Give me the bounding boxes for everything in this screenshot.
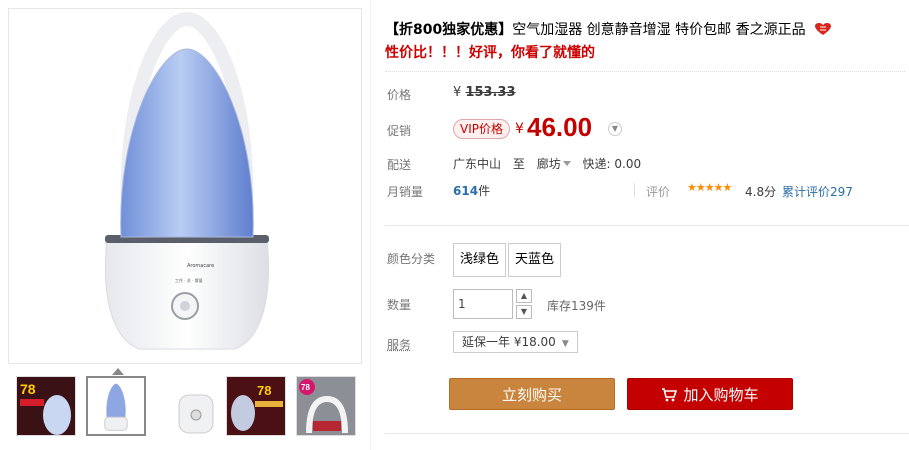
title-promo-tag: 【折800独家优惠】 [385,22,513,38]
ship-courier-fee: 快递: 0.00 [582,157,642,171]
svg-text:78: 78 [20,381,36,397]
rating-score: 4.8分 [745,185,777,199]
thumbnail-3[interactable] [166,376,226,436]
svg-text:工作 · 关 · 雾量: 工作 · 关 · 雾量 [175,277,203,283]
caret-down-icon[interactable] [562,161,571,166]
chevron-down-icon: ▼ [561,339,569,349]
shipping-info: 广东中山 至 廊坊 快递: 0.00 [453,155,649,172]
quantity-input[interactable] [453,289,513,319]
thumbnail-2[interactable] [86,376,146,436]
divider [634,183,635,197]
add-to-cart-button[interactable]: 加入购物车 [627,378,793,410]
ship-from: 广东中山 [453,157,502,171]
thumbnail-5[interactable]: 78 [296,376,356,436]
thumbnail-2-image [88,378,144,434]
chevron-down-icon[interactable]: ▼ [608,122,622,136]
quantity-decrease-button[interactable]: ▼ [516,305,532,319]
stock-count: 库存139件 [547,299,606,313]
currency-symbol: ¥ [515,121,524,137]
promo-price: 46.00 [527,112,593,142]
buy-now-button[interactable]: 立刻购买 [449,378,615,410]
quantity-increase-button[interactable]: ▲ [516,289,532,303]
service-selected-value: 延保一年 ¥18.00 [462,335,556,349]
product-title: 【折800独家优惠】空气加湿器 创意静音增湿 特价包邮 香之源正品 [385,18,895,42]
ship-to-word: 至 [512,157,525,171]
service-label: 服务 [387,338,412,352]
thumbnail-1[interactable]: 78 [16,376,76,436]
original-price-value: 153.33 [465,85,516,100]
color-option-sky-blue[interactable]: 天蓝色 [508,243,562,277]
thumbnail-4-image: 78 [227,377,285,435]
thumbnail-strip: 78 78 78 [8,366,362,450]
heart-icon [815,23,832,35]
color-option-light-green[interactable]: 浅绿色 [453,243,507,277]
thumbnail-4[interactable]: 78 [226,376,286,436]
sales-unit: 件 [478,184,491,198]
original-price: ¥ 153.33 [453,85,516,100]
service-select[interactable]: 延保一年 ¥18.00 ▼ [453,331,578,353]
main-image-frame: Aromacare 工作 · 关 · 雾量 [8,8,362,364]
thumbnail-5-image: 78 [297,377,355,435]
price-label: 价格 [387,88,412,102]
vip-price-badge: VIP价格 [453,119,510,139]
svg-text:78: 78 [301,383,310,392]
thumbnail-selected-arrow [112,368,124,375]
review-count-link[interactable]: 累计评价297 [782,183,853,200]
brand-logo-text: Aromacare [187,263,214,269]
monthly-sales-label: 月销量 [387,185,424,199]
sales-count: 614 [453,184,479,198]
quantity-label: 数量 [387,298,412,312]
monthly-sales: 614件 [453,182,490,199]
thumbnail-3-image [167,377,225,435]
product-image[interactable]: Aromacare 工作 · 关 · 雾量 [9,9,361,363]
star-rating-icon: ★★★★★ [687,181,732,194]
rating-label: 评价 [646,185,671,199]
title-text: 空气加湿器 创意静音增湿 特价包邮 香之源正品 [512,22,806,38]
shipping-label: 配送 [387,158,412,172]
ship-destination-select[interactable]: 廊坊 [537,157,561,171]
cart-icon [662,388,678,402]
color-label: 颜色分类 [387,252,436,266]
svg-text:78: 78 [257,383,271,398]
thumbnail-1-image: 78 [17,377,75,435]
product-subtitle: 性价比！！！好评，你看了就懂的 [385,45,595,61]
promo-label: 促销 [387,124,412,138]
divider [385,433,909,434]
divider [385,225,909,226]
divider [385,71,905,72]
add-to-cart-label: 加入购物车 [683,386,759,404]
product-info-panel: 【折800独家优惠】空气加湿器 创意静音增湿 特价包邮 香之源正品 性价比！！！… [370,0,909,450]
currency-symbol: ¥ [453,85,462,100]
